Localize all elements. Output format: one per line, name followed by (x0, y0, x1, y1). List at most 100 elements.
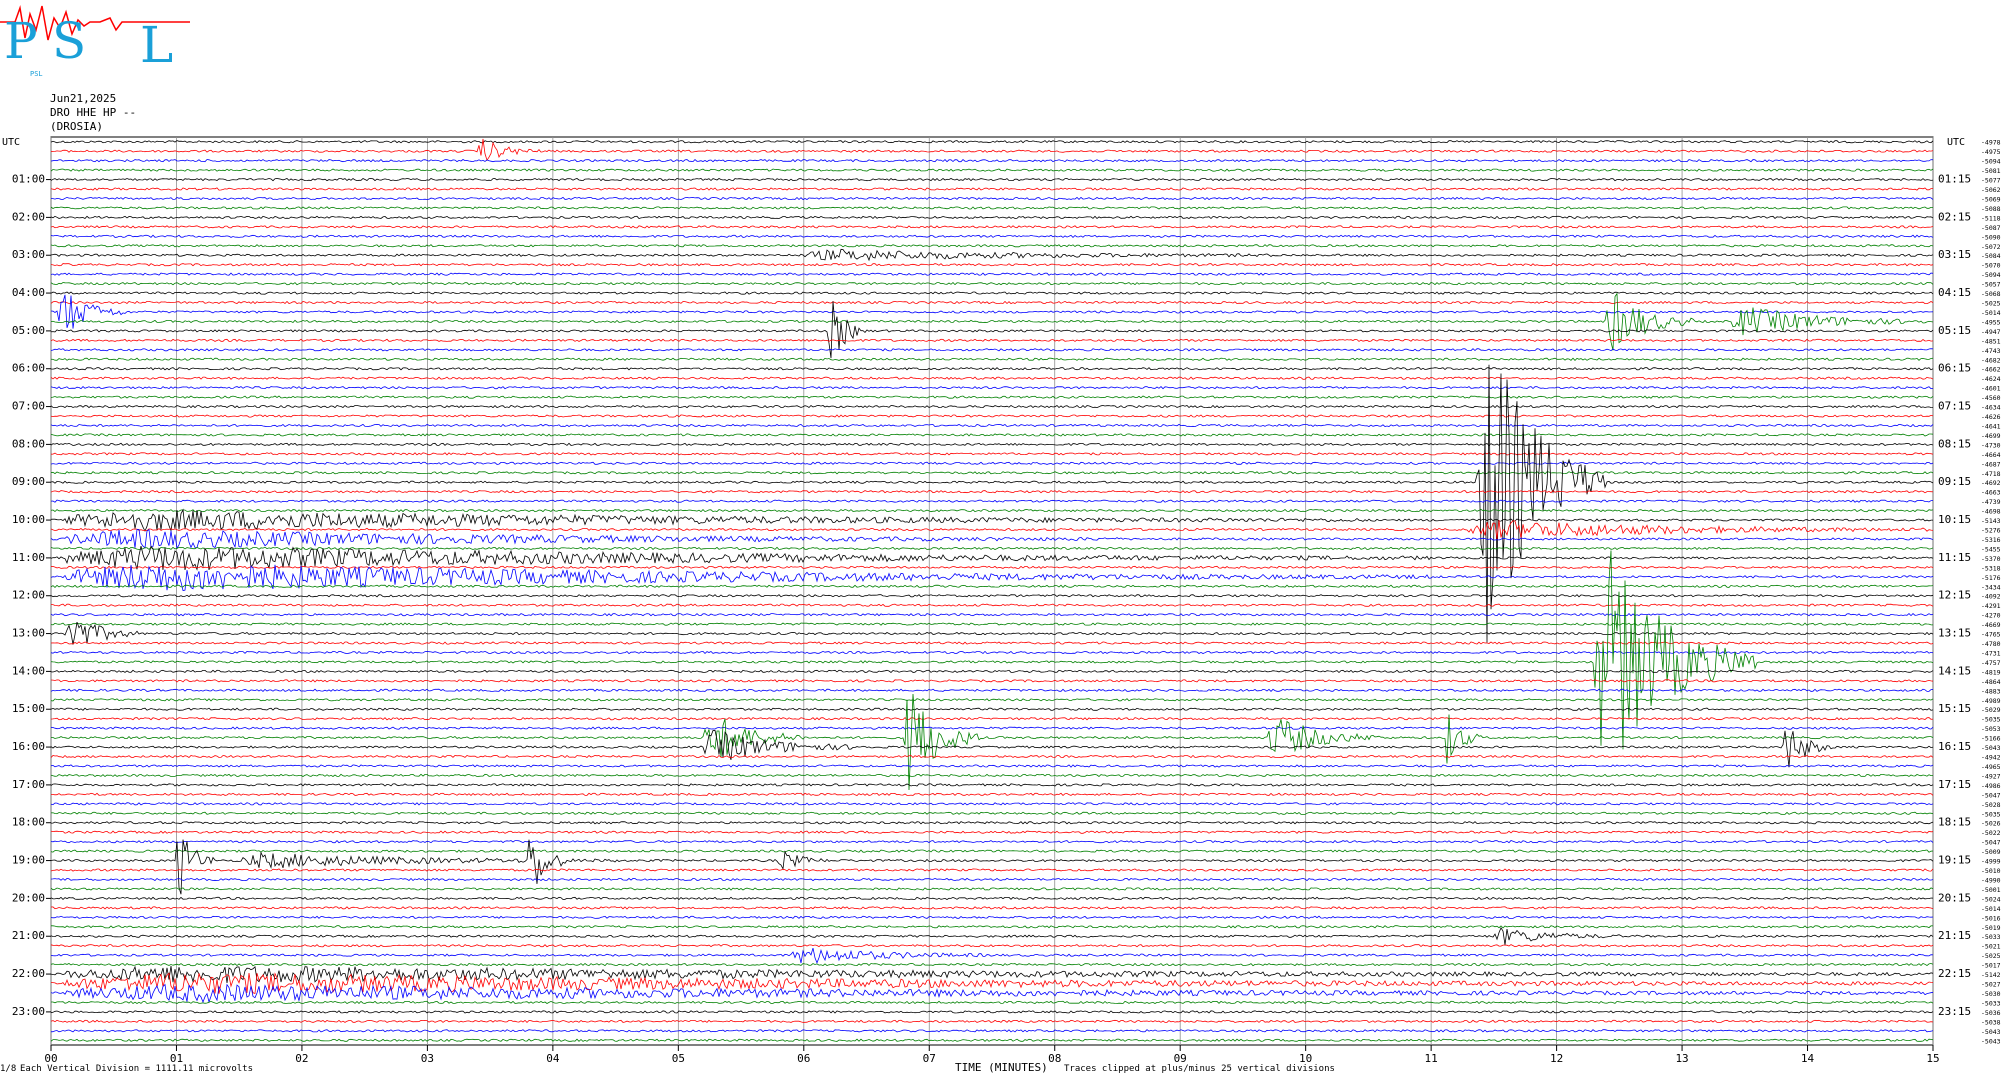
row-offset-label: -5043 (1981, 1037, 2001, 1045)
row-offset-label: -4739 (1981, 498, 2001, 506)
row-offset-label: -5142 (1981, 971, 2001, 979)
trace-row (50, 357, 1934, 361)
trace-row (50, 367, 1934, 371)
trace-row (50, 906, 1934, 910)
division-note: Each Vertical Division = 1111.11 microvo… (20, 1064, 253, 1074)
row-offset-label: -5143 (1981, 517, 2001, 525)
row-offset-label: -5001 (1981, 886, 2001, 894)
row-offset-label: -4641 (1981, 422, 2001, 430)
row-offset-label: -4743 (1981, 347, 2001, 355)
row-offset-label: -5030 (1981, 990, 2001, 998)
hour-label-left: 17:00 (12, 778, 45, 791)
row-offset-label: -4687 (1981, 460, 2001, 468)
trace-row (50, 234, 1934, 238)
row-offset-label: -5010 (1981, 867, 2001, 875)
row-offset-label: -3434 (1981, 583, 2001, 591)
row-offset-label: -5026 (1981, 820, 2001, 828)
trace-row (51, 792, 1934, 796)
trace-row (50, 802, 1934, 806)
row-offset-label: -5038 (1981, 1018, 2001, 1026)
x-tick-label: 02 (295, 1052, 308, 1065)
trace-row (50, 773, 1934, 778)
hour-label-right: 20:15 (1938, 891, 1971, 904)
row-offset-label: -5025 (1981, 952, 2001, 960)
row-offset-label: -4730 (1981, 441, 2001, 449)
trace-row (50, 811, 1934, 815)
row-offset-label: -5084 (1981, 252, 2001, 260)
row-offset-label: -5009 (1981, 848, 2001, 856)
row-offset-label: -4986 (1981, 782, 2001, 790)
hour-label-right: 07:15 (1938, 400, 1971, 413)
trace-row (50, 1019, 1934, 1023)
trace-row (50, 839, 1934, 895)
hour-label-left: 07:00 (12, 400, 45, 413)
x-tick-label: 13 (1675, 1052, 1688, 1065)
hour-label-left: 11:00 (12, 551, 45, 564)
trace-row (50, 508, 1934, 513)
trace-row (50, 726, 1934, 730)
row-offset-label: -4718 (1981, 470, 2001, 478)
trace-row (50, 594, 1934, 598)
row-offset-label: -4731 (1981, 649, 2001, 657)
trace-row (50, 433, 1934, 437)
row-offset-label: -4883 (1981, 687, 2001, 695)
row-offset-label: -5090 (1981, 233, 2001, 241)
trace-row (50, 729, 1934, 768)
row-offset-label: -4626 (1981, 413, 2001, 421)
trace-row (51, 1000, 1934, 1005)
row-offset-label: -4999 (1981, 858, 2001, 866)
trace-row (50, 386, 1934, 390)
trace-row (50, 965, 1934, 984)
trace-row (50, 244, 1934, 248)
trace-row (50, 1010, 1934, 1014)
trace-row (50, 896, 1934, 901)
row-offset-label: -5043 (1981, 1028, 2001, 1036)
row-offset-label: -4624 (1981, 375, 2001, 383)
hour-label-right: 03:15 (1938, 248, 1971, 261)
row-offset-label: -5455 (1981, 545, 2001, 553)
row-offset-label: -4560 (1981, 394, 2001, 402)
row-offset-label: -5047 (1981, 791, 2001, 799)
trace-row (50, 423, 1934, 428)
row-offset-label: -4270 (1981, 612, 2001, 620)
row-offset-label: -4975 (1981, 148, 2001, 156)
x-tick-label: 08 (1048, 1052, 1061, 1065)
row-offset-label: -5016 (1981, 914, 2001, 922)
hour-label-right: 17:15 (1938, 778, 1971, 791)
row-offset-label: -4955 (1981, 318, 2001, 326)
hour-label-right: 09:15 (1938, 475, 1971, 488)
row-offset-label: -5316 (1981, 536, 2001, 544)
trace-row (50, 1029, 1934, 1033)
hour-label-right: 02:15 (1938, 210, 1971, 223)
row-offset-label: -4765 (1981, 631, 2001, 639)
x-tick-label: 07 (923, 1052, 936, 1065)
row-offset-label: -4699 (1981, 432, 2001, 440)
hour-label-left: 14:00 (12, 664, 45, 677)
trace-row (50, 471, 1934, 475)
row-offset-label: -5166 (1981, 735, 2001, 743)
row-offset-label: -5035 (1981, 810, 2001, 818)
hour-label-right: 04:15 (1938, 286, 1971, 299)
hour-label-left: 01:00 (12, 173, 45, 186)
trace-row (50, 248, 1934, 262)
row-offset-label: -4780 (1981, 640, 2001, 648)
trace-row (50, 196, 1934, 201)
row-offset-label: -5318 (1981, 564, 2001, 572)
trace-row (50, 168, 1934, 172)
trace-row (50, 272, 1934, 276)
hour-label-left: 15:00 (12, 702, 45, 715)
x-axis-title: TIME (MINUTES) (955, 1061, 1048, 1074)
row-offset-label: -4978 (1981, 139, 2001, 147)
row-offset-label: -4291 (1981, 602, 2001, 610)
row-offset-label: -4942 (1981, 754, 2001, 762)
trace-row (50, 528, 1934, 550)
row-offset-label: -5081 (1981, 167, 2001, 175)
row-offset-label: -5033 (1981, 933, 2001, 941)
row-offset-label: -4965 (1981, 763, 2001, 771)
trace-row (50, 947, 1934, 964)
row-offset-label: -5088 (1981, 205, 2001, 213)
row-offset-label: -5022 (1981, 829, 2001, 837)
trace-row (50, 669, 1934, 674)
hour-label-left: 16:00 (12, 740, 45, 753)
trace-row (50, 281, 1934, 286)
